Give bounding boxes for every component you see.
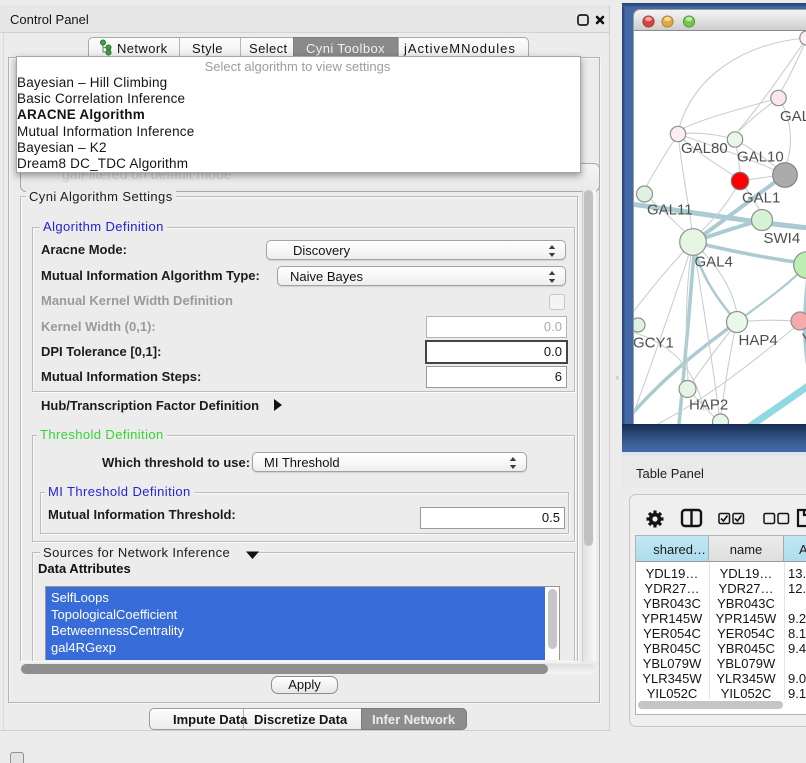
svg-text:GCY1: GCY1 [633, 335, 674, 352]
svg-text:HAP2: HAP2 [689, 397, 728, 414]
svg-text:GAL11: GAL11 [647, 202, 693, 219]
svg-text:GAL80: GAL80 [681, 140, 728, 157]
svg-text:GAL7: GAL7 [780, 108, 806, 125]
svg-text:GAL1: GAL1 [742, 190, 780, 207]
svg-text:GAL4: GAL4 [695, 254, 733, 271]
svg-text:SWI4: SWI4 [764, 230, 801, 247]
svg-text:GAL10: GAL10 [737, 149, 784, 166]
svg-text:HAP4: HAP4 [739, 332, 778, 349]
svg-text:YMR0: YMR0 [802, 331, 806, 348]
